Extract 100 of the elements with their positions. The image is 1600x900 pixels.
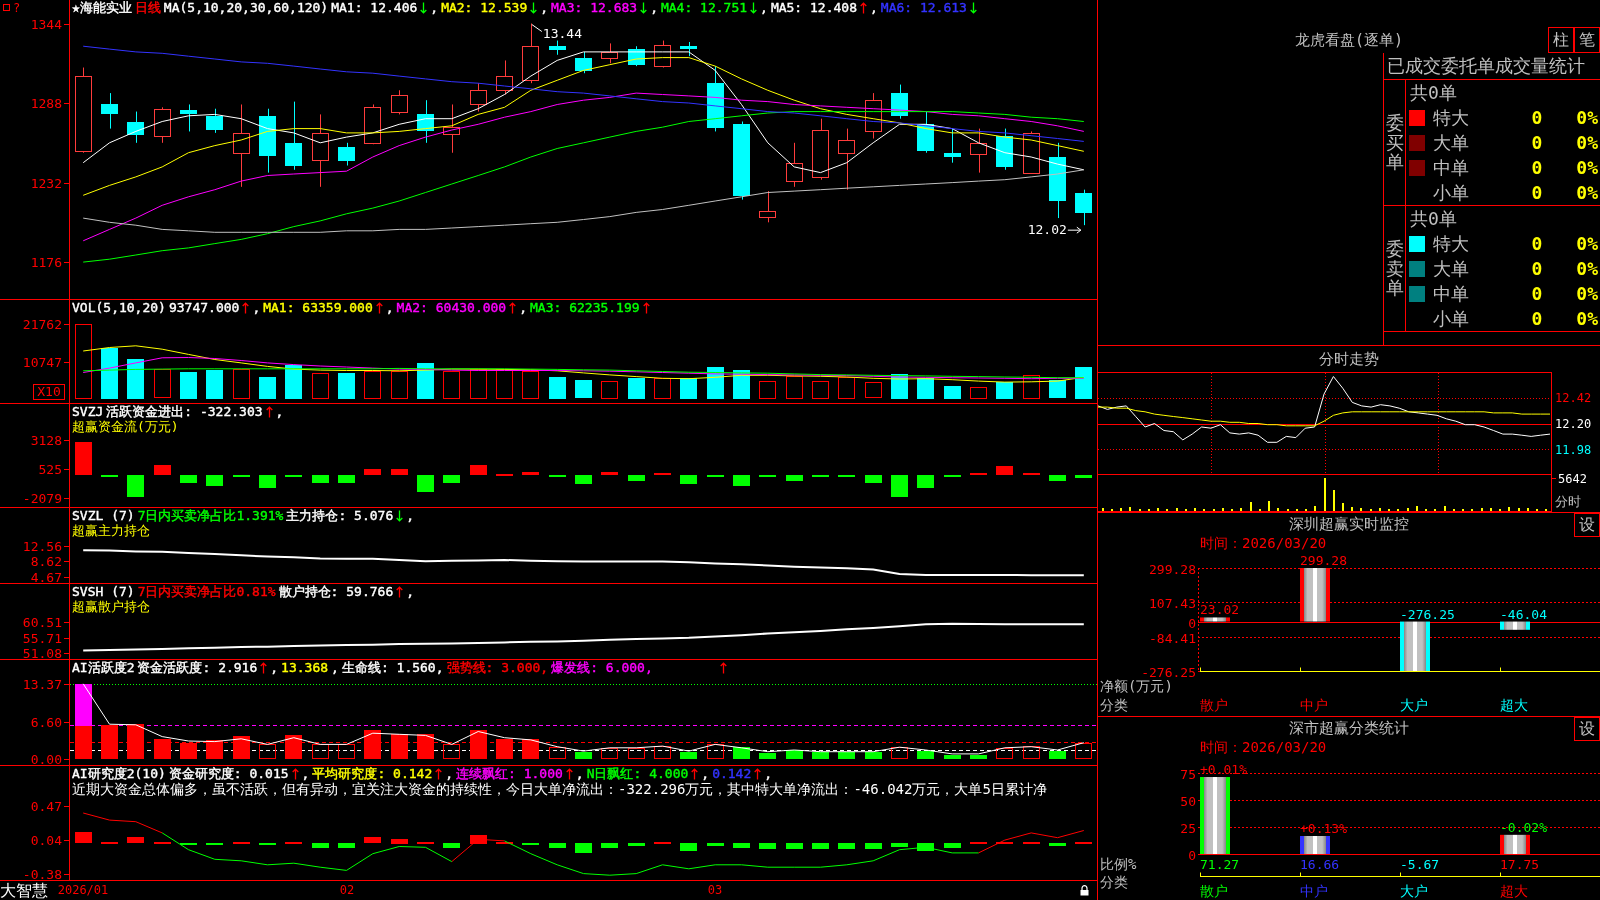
view-toggle-button[interactable]: 笔	[1574, 27, 1600, 53]
axis-tick-label: 11.98	[1555, 442, 1592, 457]
settings-button[interactable]: 设	[1574, 717, 1600, 741]
research-bar	[628, 843, 645, 846]
indicator-text: 13.368	[281, 660, 329, 675]
indicator-text: MA6: 12.613	[880, 0, 967, 15]
research-bar	[786, 843, 803, 849]
value-label: -276.25	[1400, 606, 1455, 622]
fund-flow-bar	[1075, 475, 1092, 478]
fund-flow-bar	[364, 469, 381, 475]
research-bar	[391, 839, 408, 844]
indicator-text: MA5: 12.408	[770, 0, 857, 15]
activity-bar	[786, 750, 803, 759]
order-share: 0%	[1576, 181, 1598, 204]
axis-tick-label: 0.04	[30, 833, 62, 848]
falling-candle	[680, 41, 697, 57]
volume-bar	[338, 373, 355, 399]
category-label: 散户	[1200, 883, 1228, 899]
indicator-text: 散户持仓: 59.766	[278, 584, 394, 599]
axis-tick-label: 12.42	[1555, 391, 1592, 406]
fund-flow-bar	[75, 442, 92, 475]
volume-bar	[917, 378, 934, 399]
date-text: 时间：2026/03/20	[1200, 739, 1327, 755]
indicator-text: VOL(5,10,20)	[72, 300, 166, 315]
indicator-text: 0.142	[712, 766, 752, 781]
volume-bar	[206, 370, 223, 399]
volume-bar	[1023, 375, 1040, 399]
fund-flow-bar	[891, 475, 908, 497]
fund-flow-bar	[865, 475, 882, 483]
research-bar	[470, 835, 487, 844]
category-label: 大户	[1400, 883, 1428, 899]
activity-bar	[75, 684, 92, 726]
indicator-text: SVSH (7)	[72, 584, 135, 599]
indicator-text: ,	[385, 300, 394, 315]
category-label: 散户	[1200, 697, 1228, 713]
indicator-text: AI研究度2(10)	[72, 766, 166, 781]
rising-candle	[838, 128, 855, 191]
activity-bar	[233, 736, 250, 759]
side-label: 委买单	[1385, 112, 1404, 173]
view-toggle-button[interactable]: 柱	[1548, 27, 1574, 53]
order-share: 0%	[1576, 131, 1598, 154]
indicator-text: MA1: 12.406	[331, 0, 418, 15]
axis-tick-label: 0.00	[30, 752, 62, 767]
volume-bar	[470, 369, 487, 399]
fund-flow-bar	[996, 466, 1013, 475]
bar	[1300, 568, 1330, 622]
activity-bar	[970, 755, 987, 759]
rising-candle	[470, 82, 487, 113]
research-bar	[812, 843, 829, 849]
value-label: -46.04	[1500, 606, 1547, 622]
volume-bar	[101, 348, 118, 399]
activity-bar	[759, 753, 776, 759]
indicator-text: ,	[406, 584, 415, 599]
activity-bar	[601, 748, 618, 759]
volume-bar	[838, 377, 855, 399]
fund-flow-bar	[154, 465, 171, 475]
falling-candle	[259, 108, 276, 174]
help-link[interactable]: ?	[13, 0, 21, 15]
activity-bar	[628, 748, 645, 759]
indicator-text: ,	[764, 766, 773, 781]
settings-button[interactable]: 设	[1574, 513, 1600, 537]
indicator-text: 资金活跃度: 2.916	[137, 660, 258, 675]
volume-bar	[285, 365, 302, 399]
research-bar	[601, 843, 618, 848]
analysis-text: 近期大资金总体偏多，虽不活跃，但有异动，宜关注大资金的持续性，今日大单净流出：-322.296万元，其中特大单净流出：-46.042万元，大单5日累计净	[72, 781, 1047, 797]
bar	[1400, 621, 1430, 671]
indicator-text: ,	[540, 0, 549, 15]
activity-bar	[154, 739, 171, 759]
indicator-text: MA3: 62235.199	[530, 300, 640, 315]
rising-candle	[812, 118, 829, 181]
falling-candle	[127, 111, 144, 144]
axis-tick-label: 1288	[30, 96, 62, 111]
indicator-text: ,	[331, 660, 339, 675]
volume-bar	[1049, 380, 1066, 398]
research-bar	[707, 843, 724, 846]
activity-bar	[1049, 751, 1066, 759]
square-icon	[3, 4, 10, 11]
volume-bar	[549, 377, 566, 399]
order-size-label: 大单	[1433, 131, 1469, 154]
fund-flow-bar	[180, 475, 197, 483]
order-count: 0	[1531, 232, 1543, 255]
volume-bar	[680, 378, 697, 399]
indicator-text: MA4: 12.751	[660, 0, 748, 15]
activity-bar	[180, 743, 197, 759]
volume-bar	[312, 373, 329, 399]
indicator-text: ★海能实业	[72, 0, 132, 15]
volume-bar	[522, 371, 539, 399]
axis-tick-label: 12.20	[1555, 417, 1592, 431]
rising-candle	[865, 92, 882, 140]
bar	[1200, 617, 1230, 622]
axis-title: 分类	[1100, 697, 1128, 713]
rising-candle	[364, 103, 381, 145]
volume-bar	[865, 382, 882, 398]
order-size-label: 小单	[1433, 181, 1469, 204]
indicator-text: MA1: 63359.000	[263, 300, 373, 315]
research-bar	[891, 843, 908, 847]
activity-bar	[391, 734, 408, 759]
falling-candle	[575, 51, 592, 74]
activity-bar	[312, 744, 329, 759]
axis-tick-label: 75	[1180, 766, 1196, 782]
